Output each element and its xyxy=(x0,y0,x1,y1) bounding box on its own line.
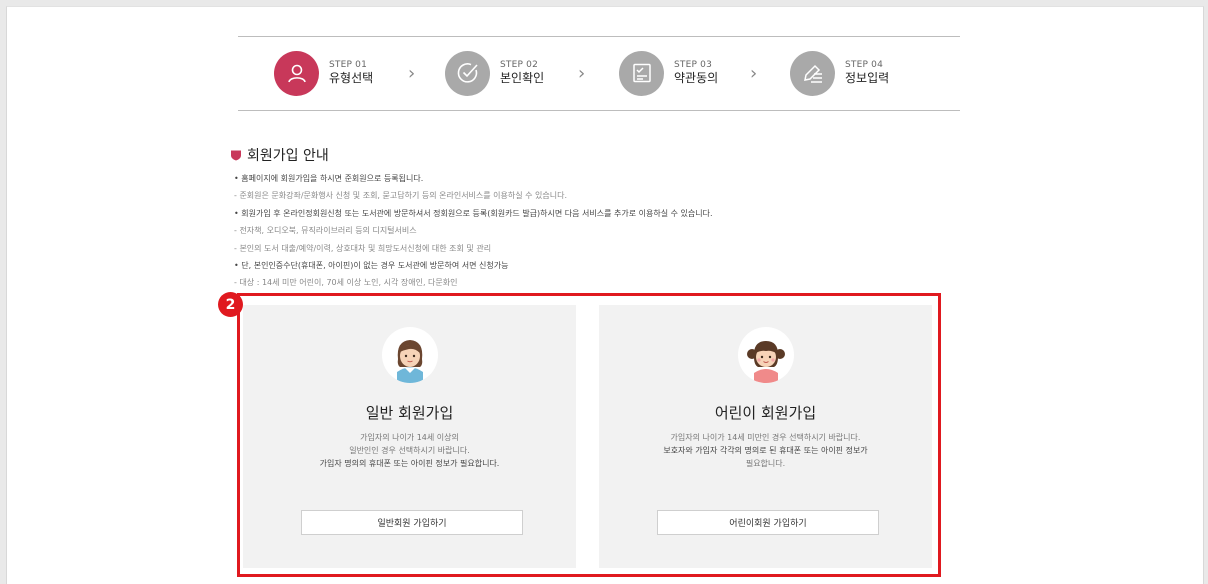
guide-line: 단, 본인인증수단(휴대폰, 아이핀)이 없는 경우 도서관에 방문하여 서면 … xyxy=(234,257,994,274)
guide-line: 홈페이지에 회원가입을 하시면 준회원으로 등록됩니다. xyxy=(234,170,994,187)
check-circle-icon xyxy=(445,50,490,96)
guide-line: 전자책, 오디오북, 뮤직라이브러리 등의 디지털서비스 xyxy=(234,222,994,239)
step-number-badge: 2 xyxy=(218,292,243,317)
step-1: STEP 01 유형선택 xyxy=(274,49,373,97)
highlight-box xyxy=(237,293,941,577)
guide-line: 회원가입 후 온라인정회원신청 또는 도서관에 방문하셔서 정회원으로 등록(회… xyxy=(234,205,994,222)
guide-line: 본인의 도서 대출/예약/이력, 상호대차 및 희망도서신청에 대한 조회 및 … xyxy=(234,240,994,257)
step-4-label: 정보입력 xyxy=(845,70,890,85)
chevron-right-icon: › xyxy=(750,63,758,84)
step-1-label: 유형선택 xyxy=(329,70,374,85)
step-3-label: 약관동의 xyxy=(674,70,719,85)
shield-icon xyxy=(231,150,241,161)
step-3-number: STEP 03 xyxy=(674,59,713,70)
checklist-icon xyxy=(619,50,664,96)
section-title-text: 회원가입 안내 xyxy=(247,148,329,164)
guide-line: 준회원은 문화강좌/문화행사 신청 및 조회, 묻고답하기 등의 온라인서비스를… xyxy=(234,187,994,204)
guide-line: 대상 : 14세 미만 어린이, 70세 이상 노인, 시각 장애인, 다문화인 xyxy=(234,274,994,291)
step-4: STEP 04 정보입력 xyxy=(790,49,889,97)
step-2: STEP 02 본인확인 xyxy=(445,49,544,97)
step-1-number: STEP 01 xyxy=(329,59,368,70)
person-icon xyxy=(274,50,319,96)
step-indicator: STEP 01 유형선택 › STEP 02 본인확인 › STEP 03 약관… xyxy=(238,36,960,111)
step-2-label: 본인확인 xyxy=(500,70,545,85)
step-2-number: STEP 02 xyxy=(500,59,539,70)
chevron-right-icon: › xyxy=(578,63,586,84)
step-4-number: STEP 04 xyxy=(845,59,884,70)
section-title: 회원가입 안내 xyxy=(230,145,329,165)
chevron-right-icon: › xyxy=(408,63,416,84)
guide-list: 홈페이지에 회원가입을 하시면 준회원으로 등록됩니다. 준회원은 문화강좌/문… xyxy=(234,170,994,292)
pen-lines-icon xyxy=(790,50,835,96)
step-3: STEP 03 약관동의 xyxy=(619,49,718,97)
